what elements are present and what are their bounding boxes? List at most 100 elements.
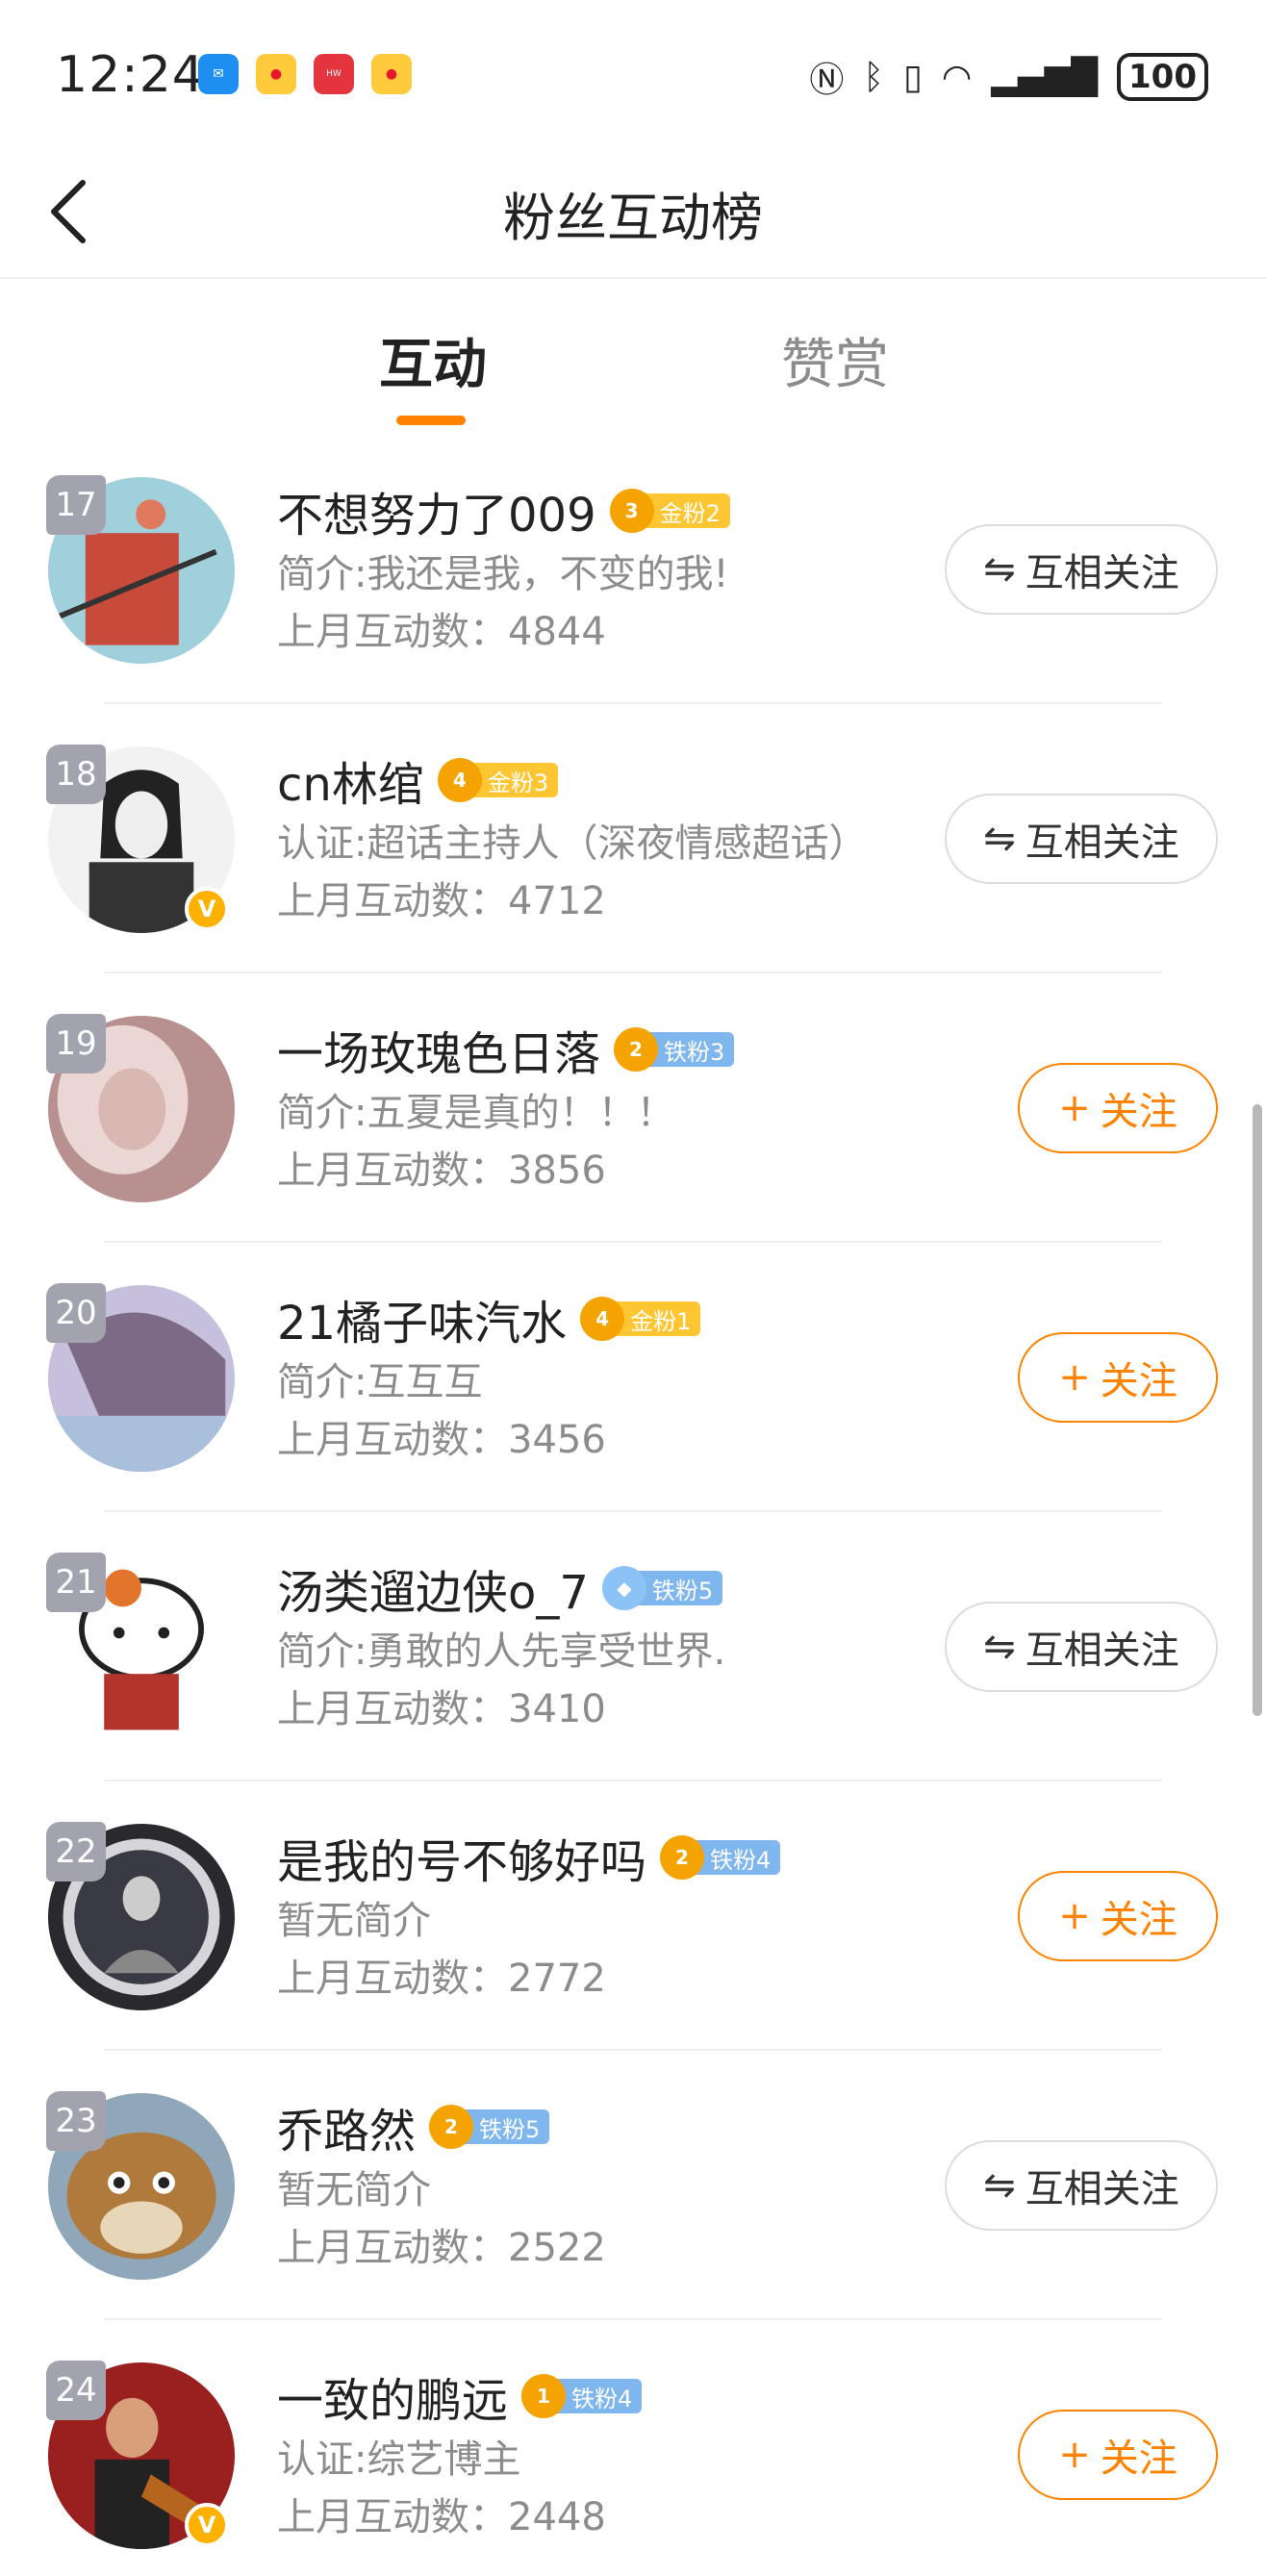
interaction-count: 上月互动数：3856 bbox=[277, 1149, 606, 1193]
rank-badge: 19 bbox=[46, 1014, 106, 1073]
crown-icon: 2 bbox=[614, 1027, 659, 1072]
bluetooth-icon: ᛒ bbox=[863, 57, 885, 97]
button-label: 关注 bbox=[1100, 1359, 1177, 1403]
fan-level-label: 铁粉4 bbox=[554, 2379, 643, 2413]
follow-button[interactable]: + 关注 bbox=[1018, 1332, 1218, 1423]
crown-icon: 2 bbox=[429, 2105, 474, 2149]
interaction-count: 上月互动数：3456 bbox=[277, 1418, 606, 1462]
fan-badge: 2 铁粉3 bbox=[614, 1027, 735, 1072]
tab-interaction[interactable]: 互动 bbox=[379, 321, 487, 399]
mutual-follow-button[interactable]: ⇋ 互相关注 bbox=[945, 2140, 1218, 2231]
list-item[interactable]: 23 乔路然 2 铁粉5 暂无简介 上月互动数：2522 ⇋ 互相关注 bbox=[0, 2051, 1266, 2320]
mutual-follow-button[interactable]: ⇋ 互相关注 bbox=[945, 794, 1218, 884]
name-line: 不想努力了009 3 金粉2 bbox=[277, 477, 730, 544]
fan-level-label: 铁粉3 bbox=[646, 1032, 735, 1067]
fan-badge: 1 铁粉4 bbox=[521, 2374, 643, 2418]
list-item[interactable]: 21 汤类遛边侠o_7 ◆ 铁粉5 简介:勇敢的人先享受世界. 上月互动数：34… bbox=[0, 1512, 1266, 1781]
user-bio: 简介:勇敢的人先享受世界. bbox=[277, 1629, 726, 1674]
follow-button[interactable]: + 关注 bbox=[1018, 1063, 1218, 1153]
verified-icon: V bbox=[185, 2503, 229, 2547]
button-label: 关注 bbox=[1100, 2437, 1177, 2481]
interaction-count: 上月互动数：4844 bbox=[277, 610, 606, 654]
follow-button[interactable]: + 关注 bbox=[1018, 2410, 1218, 2500]
fan-badge: 3 金粉2 bbox=[609, 489, 730, 533]
user-bio: 暂无简介 bbox=[277, 2168, 431, 2212]
status-time: 12:24 bbox=[56, 46, 205, 104]
list-item[interactable]: 24 V 一致的鹏远 1 铁粉4 认证:综艺博主 上月互动数：2448 + 关注 bbox=[0, 2320, 1266, 2576]
plus-icon: + bbox=[1058, 1355, 1091, 1400]
scrollbar[interactable] bbox=[1253, 1104, 1262, 1716]
list-item[interactable]: 20 21橘子味汽水 4 金粉1 简介:互互互 上月互动数：3456 + 关注 bbox=[0, 1243, 1266, 1512]
rank-badge: 24 bbox=[46, 2361, 106, 2420]
fan-level-label: 铁粉5 bbox=[462, 2109, 550, 2144]
button-label: 互相关注 bbox=[1025, 821, 1179, 865]
status-bar: 12:24 ✉ ● HW ● Ⓝ ᛒ ▯ ◠ ▂▄▆█ 100 bbox=[0, 0, 1266, 144]
name-line: cn林绾 4 金粉3 bbox=[277, 746, 559, 814]
rank-badge: 23 bbox=[46, 2091, 106, 2151]
plus-icon: + bbox=[1058, 1894, 1091, 1938]
mutual-arrows-icon: ⇋ bbox=[983, 547, 1016, 592]
user-bio: 简介:互互互 bbox=[277, 1360, 483, 1404]
weibo-app-icon: ● bbox=[256, 54, 296, 94]
interaction-count: 上月互动数：2448 bbox=[277, 2495, 606, 2539]
user-bio: 简介:我还是我，不变的我! bbox=[277, 552, 729, 596]
list-item[interactable]: 22 是我的号不够好吗 2 铁粉4 暂无简介 上月互动数：2772 + 关注 bbox=[0, 1781, 1266, 2051]
tab-bar: 互动 赞赏 bbox=[0, 281, 1266, 435]
vibrate-icon: ▯ bbox=[903, 57, 923, 97]
interaction-count: 上月互动数：4712 bbox=[277, 879, 606, 923]
user-name[interactable]: 21橘子味汽水 bbox=[277, 1285, 567, 1352]
list-item[interactable]: 17 不想努力了009 3 金粉2 简介:我还是我，不变的我! 上月互动数：48… bbox=[0, 435, 1266, 704]
crown-icon: 2 bbox=[660, 1835, 705, 1880]
system-status: Ⓝ ᛒ ▯ ◠ ▂▄▆█ 100 bbox=[809, 52, 1208, 102]
button-label: 互相关注 bbox=[1025, 551, 1179, 595]
user-name[interactable]: 不想努力了009 bbox=[277, 477, 596, 544]
user-bio: 暂无简介 bbox=[277, 1899, 431, 1943]
rank-badge: 22 bbox=[46, 1822, 106, 1881]
user-bio: 简介:五夏是真的！！！ bbox=[277, 1091, 675, 1135]
interaction-count: 上月互动数：2522 bbox=[277, 2226, 606, 2270]
user-name[interactable]: cn林绾 bbox=[277, 746, 424, 814]
rank-badge: 21 bbox=[46, 1553, 106, 1612]
fan-badge: 4 金粉3 bbox=[437, 758, 559, 802]
user-name[interactable]: 一场玫瑰色日落 bbox=[277, 1016, 600, 1083]
user-name[interactable]: 汤类遛边侠o_7 bbox=[277, 1554, 589, 1622]
user-name[interactable]: 是我的号不够好吗 bbox=[277, 1824, 646, 1891]
follow-button[interactable]: + 关注 bbox=[1018, 1871, 1218, 1961]
name-line: 一致的鹏远 1 铁粉4 bbox=[277, 2362, 643, 2430]
rank-badge: 17 bbox=[46, 475, 106, 535]
mutual-follow-button[interactable]: ⇋ 互相关注 bbox=[945, 1602, 1218, 1692]
button-label: 关注 bbox=[1100, 1090, 1177, 1134]
list-item[interactable]: 18 V cn林绾 4 金粉3 认证:超话主持人（深夜情感超话） 上月互动数：4… bbox=[0, 704, 1266, 973]
verified-icon: V bbox=[185, 887, 229, 931]
interaction-count: 上月互动数：3410 bbox=[277, 1687, 606, 1731]
notification-icons: ✉ ● HW ● bbox=[198, 54, 412, 94]
list-item[interactable]: 19 一场玫瑰色日落 2 铁粉3 简介:五夏是真的！！！ 上月互动数：3856 … bbox=[0, 973, 1266, 1243]
name-line: 汤类遛边侠o_7 ◆ 铁粉5 bbox=[277, 1554, 723, 1622]
crown-icon: 4 bbox=[437, 758, 482, 802]
crown-icon: 4 bbox=[580, 1297, 625, 1341]
user-name[interactable]: 乔路然 bbox=[277, 2093, 416, 2160]
battery-icon: 100 bbox=[1117, 53, 1208, 101]
fan-badge: 2 铁粉5 bbox=[429, 2105, 550, 2149]
rank-badge: 18 bbox=[46, 745, 106, 804]
button-label: 互相关注 bbox=[1025, 1629, 1179, 1673]
message-app-icon: ✉ bbox=[198, 54, 239, 94]
name-line: 是我的号不够好吗 2 铁粉4 bbox=[277, 1824, 781, 1891]
user-name[interactable]: 一致的鹏远 bbox=[277, 2362, 508, 2430]
fan-level-label: 金粉2 bbox=[642, 493, 730, 528]
fan-list: 17 不想努力了009 3 金粉2 简介:我还是我，不变的我! 上月互动数：48… bbox=[0, 435, 1266, 2576]
fan-level-label: 铁粉4 bbox=[693, 1840, 781, 1875]
fan-level-label: 金粉3 bbox=[469, 763, 559, 797]
fan-level-label: 铁粉5 bbox=[634, 1571, 723, 1605]
mutual-follow-button[interactable]: ⇋ 互相关注 bbox=[945, 524, 1218, 615]
huawei-app-icon: HW bbox=[314, 54, 354, 94]
mutual-arrows-icon: ⇋ bbox=[983, 2163, 1016, 2208]
header: 粉丝互动榜 bbox=[0, 144, 1266, 279]
plus-icon: + bbox=[1058, 1086, 1091, 1130]
page-title: 粉丝互动榜 bbox=[503, 188, 763, 248]
user-bio: 认证:超话主持人（深夜情感超话） bbox=[277, 821, 868, 866]
interaction-count: 上月互动数：2772 bbox=[277, 1957, 606, 2001]
rank-badge: 20 bbox=[46, 1283, 106, 1343]
tab-reward[interactable]: 赞赏 bbox=[781, 321, 889, 399]
fan-badge: 4 金粉1 bbox=[580, 1297, 701, 1341]
